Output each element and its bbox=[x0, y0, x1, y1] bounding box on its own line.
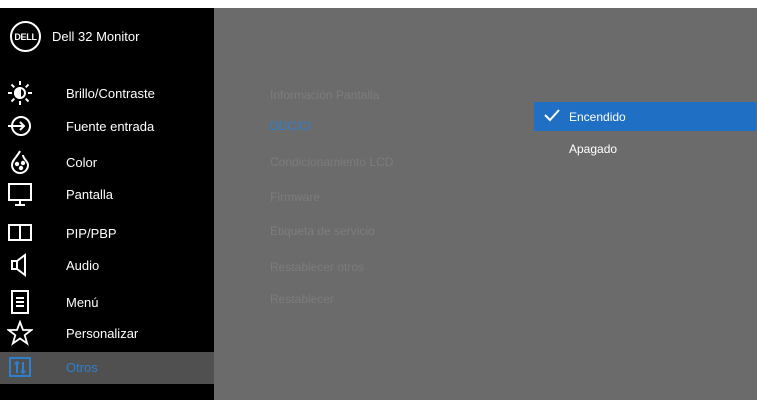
monitor-title: Dell 32 Monitor bbox=[52, 29, 140, 44]
menu-item-color[interactable]: Color bbox=[0, 147, 214, 179]
menu-item-label: Menú bbox=[66, 295, 99, 310]
option-label: Encendido bbox=[569, 110, 626, 124]
submenu-item-etiqueta-servicio[interactable]: Etiqueta de servicio bbox=[270, 224, 375, 238]
menu-item-label: Fuente entrada bbox=[66, 119, 155, 134]
submenu-item-firmware[interactable]: Firmware bbox=[270, 190, 320, 204]
menu-item-label: Personalizar bbox=[66, 326, 139, 341]
menu-item-fuente-entrada[interactable]: Fuente entrada bbox=[0, 111, 214, 143]
osd-sidebar: DELL Dell 32 Monitor Brillo/Contraste Fu… bbox=[0, 8, 214, 400]
menu-item-otros[interactable]: Otros bbox=[0, 352, 214, 384]
menu-item-personalizar[interactable]: Personalizar bbox=[0, 318, 214, 350]
star-icon bbox=[7, 320, 33, 346]
menu-list-icon bbox=[7, 289, 33, 315]
menu-item-brillo-contraste[interactable]: Brillo/Contraste bbox=[0, 78, 214, 110]
submenu-item-condicionamiento-lcd[interactable]: Condicionamiento LCD bbox=[270, 155, 393, 169]
dell-logo: DELL bbox=[10, 21, 41, 52]
menu-item-pantalla[interactable]: Pantalla bbox=[0, 179, 214, 211]
submenu-item-restablecer[interactable]: Restablecer bbox=[270, 292, 334, 306]
submenu-item-restablecer-otros[interactable]: Restablecer otros bbox=[270, 260, 364, 274]
checkmark-icon bbox=[543, 106, 561, 124]
menu-item-audio[interactable]: Audio bbox=[0, 250, 214, 282]
option-label: Apagado bbox=[569, 142, 618, 156]
input-source-icon bbox=[7, 113, 33, 139]
menu-item-label: PIP/PBP bbox=[66, 226, 117, 241]
color-palette-icon bbox=[7, 149, 33, 175]
pip-pbp-icon bbox=[7, 220, 33, 246]
osd-content-panel bbox=[214, 8, 757, 400]
menu-item-label: Otros bbox=[66, 360, 98, 375]
brightness-icon bbox=[7, 80, 33, 106]
osd-header: DELL Dell 32 Monitor bbox=[0, 8, 214, 63]
menu-item-pip-pbp[interactable]: PIP/PBP bbox=[0, 218, 214, 250]
others-icon bbox=[7, 354, 33, 380]
submenu-item-informacion-pantalla[interactable]: Información Pantalla bbox=[270, 88, 379, 102]
option-encendido[interactable]: Encendido bbox=[534, 102, 756, 131]
menu-item-label: Pantalla bbox=[66, 187, 113, 202]
menu-item-label: Color bbox=[66, 155, 98, 170]
menu-item-menu[interactable]: Menú bbox=[0, 287, 214, 319]
menu-item-label: Audio bbox=[66, 258, 100, 273]
option-apagado[interactable]: Apagado bbox=[534, 134, 756, 163]
display-icon bbox=[7, 181, 33, 207]
monitor-osd: DELL Dell 32 Monitor Brillo/Contraste Fu… bbox=[0, 8, 757, 400]
submenu-item-ddc-ci[interactable]: DDC/CI bbox=[270, 119, 311, 133]
menu-item-label: Brillo/Contraste bbox=[66, 86, 155, 101]
speaker-icon bbox=[7, 252, 33, 278]
